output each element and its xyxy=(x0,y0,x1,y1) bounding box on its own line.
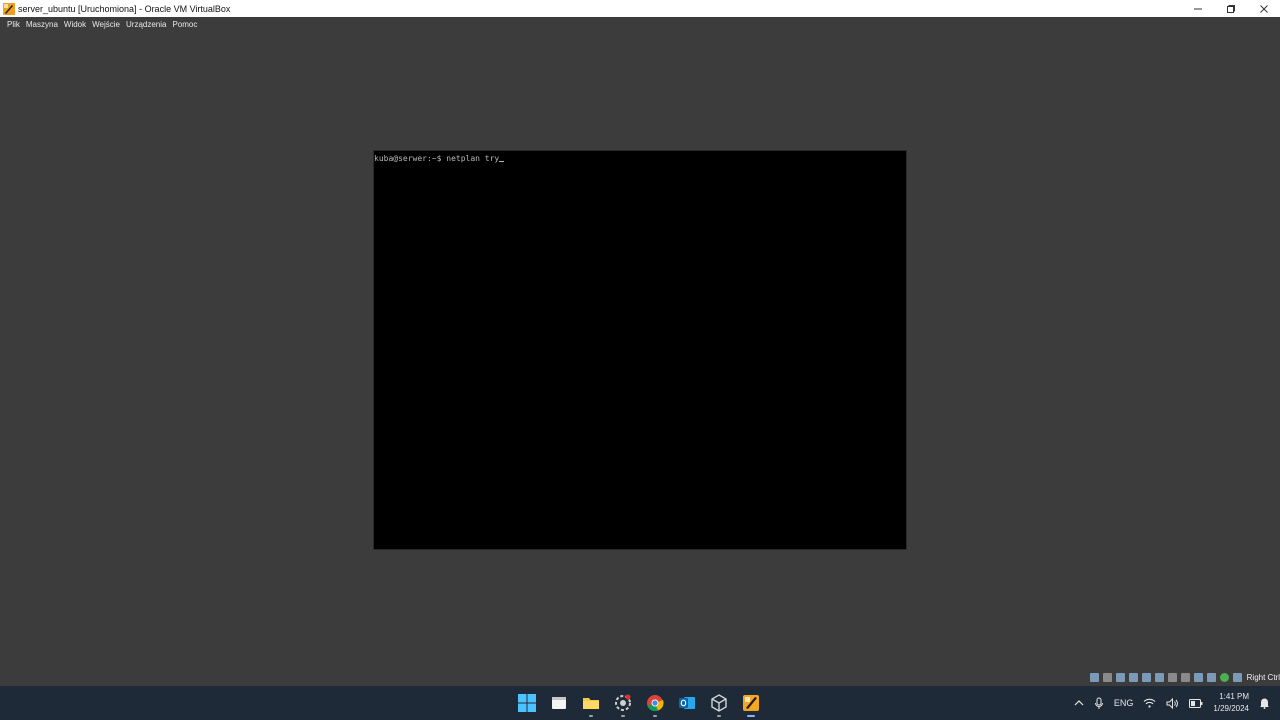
battery-icon xyxy=(1189,698,1203,708)
virtualbox-button[interactable] xyxy=(704,688,734,718)
task-view-icon xyxy=(552,697,566,709)
terminal-command: netplan try xyxy=(446,154,500,163)
chevron-up-icon xyxy=(1074,700,1084,706)
clock-date: 1/29/2024 xyxy=(1213,704,1249,713)
close-button[interactable] xyxy=(1247,0,1280,17)
menu-plik[interactable]: Plik xyxy=(4,20,23,29)
chrome-button[interactable] xyxy=(640,688,670,718)
terminal-line: kuba@serwer:~$ netplan try xyxy=(374,154,505,163)
usb-icon[interactable] xyxy=(1141,673,1151,682)
task-view-button[interactable] xyxy=(544,688,574,718)
keyboard-icon[interactable] xyxy=(1232,673,1242,682)
hard-disk-icon[interactable] xyxy=(1089,673,1099,682)
menu-bar: Plik Maszyna Widok Wejście Urządzenia Po… xyxy=(0,17,1280,31)
settings-app-icon xyxy=(615,694,631,711)
show-hidden-icons-button[interactable] xyxy=(1074,699,1084,707)
chrome-icon xyxy=(647,695,664,712)
audio-icon[interactable] xyxy=(1115,673,1125,682)
speaker-icon xyxy=(1166,697,1179,709)
optical-drive-icon[interactable] xyxy=(1102,673,1112,682)
start-button[interactable] xyxy=(512,688,542,718)
capture-icon[interactable] xyxy=(1206,673,1216,682)
menu-widok[interactable]: Widok xyxy=(61,20,89,29)
microphone-button[interactable] xyxy=(1094,697,1104,710)
virtualbox-icon xyxy=(711,694,727,712)
microphone-icon xyxy=(1094,697,1103,709)
display-icon[interactable] xyxy=(1167,673,1177,682)
language-indicator[interactable]: ENG xyxy=(1114,698,1134,708)
taskbar: ENG 1:41 PM 1/29/2024 xyxy=(0,686,1280,720)
clock-time: 1:41 PM xyxy=(1219,692,1249,701)
mouse-integration-icon[interactable] xyxy=(1219,673,1229,682)
virtualbox-vm-button[interactable] xyxy=(736,688,766,718)
window-controls xyxy=(1181,0,1280,17)
notifications-button[interactable] xyxy=(1259,697,1270,709)
network-icon[interactable] xyxy=(1128,673,1138,682)
file-explorer-button[interactable] xyxy=(576,688,606,718)
virtualbox-vm-icon xyxy=(743,695,759,711)
restore-icon xyxy=(1226,4,1235,13)
vm-display[interactable]: kuba@serwer:~$ netplan try xyxy=(373,150,907,550)
outlook-button[interactable] xyxy=(672,688,702,718)
menu-urzadzenia[interactable]: Urządzenia xyxy=(123,20,169,29)
cpu-icon[interactable] xyxy=(1193,673,1203,682)
volume-button[interactable] xyxy=(1166,697,1179,709)
file-explorer-icon xyxy=(583,698,599,709)
vm-status-bar: Right Ctrl xyxy=(1089,671,1280,684)
menu-pomoc[interactable]: Pomoc xyxy=(169,20,200,29)
taskbar-apps xyxy=(512,686,768,720)
network-status-button[interactable] xyxy=(1143,698,1156,708)
settings-app-button[interactable] xyxy=(608,688,638,718)
close-icon xyxy=(1259,4,1268,13)
wifi-icon xyxy=(1144,698,1156,708)
virtualbox-app-icon xyxy=(3,2,15,15)
shared-folders-icon[interactable] xyxy=(1154,673,1164,682)
terminal-cursor xyxy=(499,161,505,162)
terminal-prompt: kuba@serwer:~$ xyxy=(374,154,447,163)
system-tray: ENG 1:41 PM 1/29/2024 xyxy=(1074,686,1280,720)
bell-icon xyxy=(1260,698,1269,709)
window-title: server_ubuntu [Uruchomiona] - Oracle VM … xyxy=(18,3,231,14)
clock[interactable]: 1:41 PM 1/29/2024 xyxy=(1213,691,1249,715)
recording-icon[interactable] xyxy=(1180,673,1190,682)
menu-maszyna[interactable]: Maszyna xyxy=(23,20,61,29)
battery-button[interactable] xyxy=(1189,698,1203,708)
minimize-button[interactable] xyxy=(1181,0,1214,17)
menu-wejscie[interactable]: Wejście xyxy=(89,20,123,29)
host-key-label: Right Ctrl xyxy=(1246,673,1280,682)
restore-button[interactable] xyxy=(1214,0,1247,17)
minimize-icon xyxy=(1193,8,1202,9)
start-icon xyxy=(518,694,536,712)
outlook-icon xyxy=(679,697,695,709)
title-bar: server_ubuntu [Uruchomiona] - Oracle VM … xyxy=(0,0,1280,17)
